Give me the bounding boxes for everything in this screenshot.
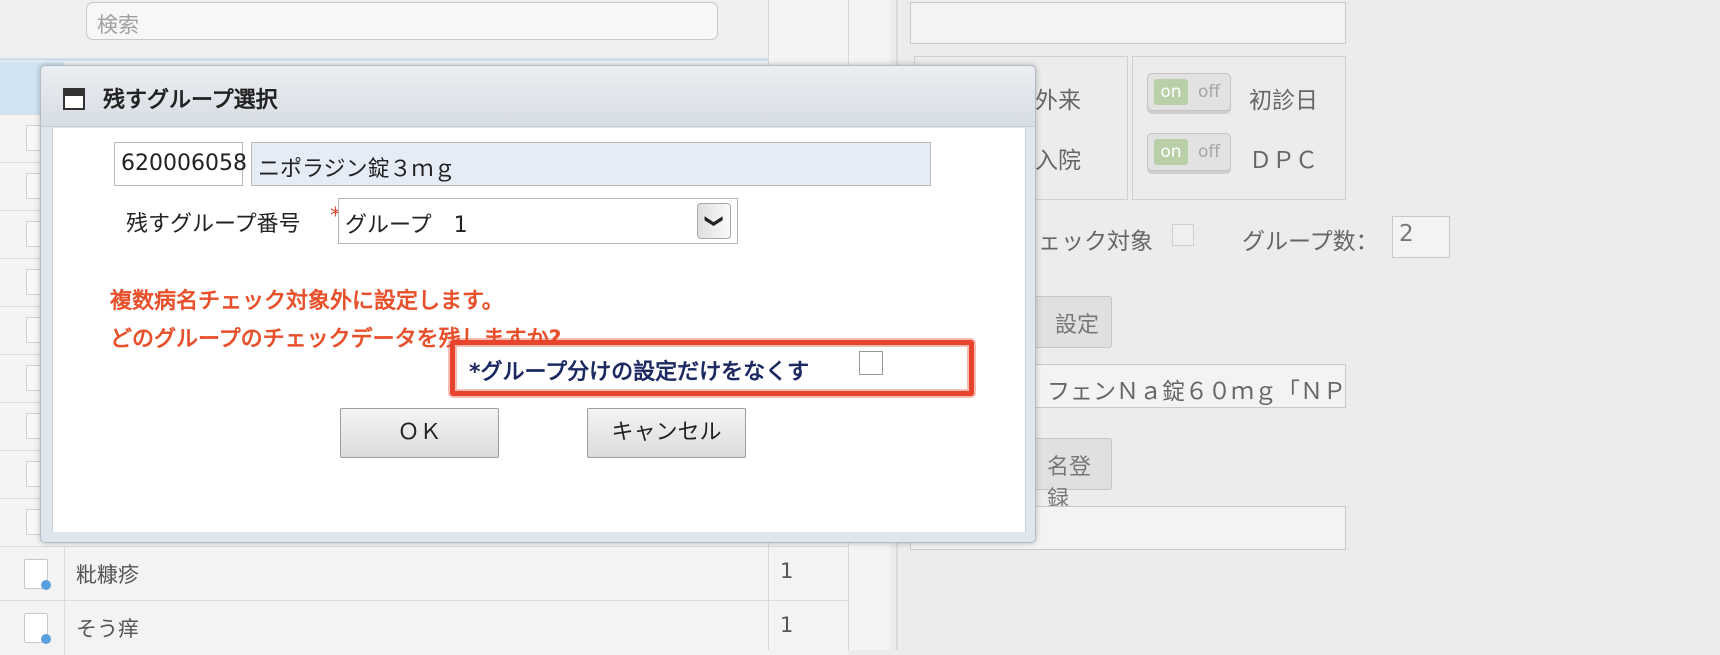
top-field[interactable] <box>910 2 1346 44</box>
group-count-label: グループ数： <box>1242 229 1379 255</box>
dpc-toggle[interactable]: on off <box>1147 133 1231 171</box>
highlight-box: *グループ分けの設定だけをなくす <box>450 340 974 396</box>
nyuin-label: 入院 <box>1035 148 1081 174</box>
dpc-label: ＤＰＣ <box>1249 148 1318 174</box>
drug-code-field[interactable]: 620006058 <box>114 142 247 186</box>
table-row[interactable]: そう痒 1 <box>0 600 848 655</box>
row-count: 1 <box>780 613 794 637</box>
group-number-label: 残すグループ番号 <box>126 212 301 237</box>
toggle-off: off <box>1197 82 1221 102</box>
dialog-header: 残すグループ選択 <box>41 66 1035 127</box>
only-grouping-checkbox[interactable] <box>859 351 883 375</box>
row-disease-name: そう痒 <box>76 617 139 641</box>
group-count-input[interactable]: 2 <box>1392 216 1450 258</box>
row-disease-name: 粃糠疹 <box>76 563 139 587</box>
group-select-dialog: 残すグループ選択 620006058 ニポラジン錠３ｍｇ 残すグループ番号 * … <box>40 65 1036 543</box>
toggle-off: off <box>1197 142 1221 162</box>
ok-button[interactable]: ＯＫ <box>340 408 499 458</box>
row-icon-cell <box>0 547 65 601</box>
message-line-1: 複数病名チェック対象外に設定します。 <box>110 289 504 314</box>
dialog-title: 残すグループ選択 <box>103 88 278 113</box>
toggle-on: on <box>1154 79 1188 105</box>
check-target-checkbox[interactable] <box>1172 224 1194 246</box>
search-input[interactable]: 検索 <box>86 2 718 40</box>
search-cell: 検索 <box>0 0 768 61</box>
row-icon-cell <box>0 601 65 655</box>
dialog-body: 620006058 ニポラジン錠３ｍｇ 残すグループ番号 * グループ 1 ❯ … <box>52 128 1026 532</box>
document-arrow-icon <box>24 613 51 644</box>
group-select-value: グループ 1 <box>345 213 468 238</box>
group-number-select[interactable]: グループ 1 ❯ <box>338 198 738 244</box>
gairai-label: 外来 <box>1035 88 1081 114</box>
only-grouping-label: *グループ分けの設定だけをなくす <box>469 360 810 385</box>
row-count: 1 <box>780 559 794 583</box>
document-arrow-icon <box>24 559 51 590</box>
toggle-on: on <box>1154 139 1188 165</box>
drug-name-field[interactable]: ニポラジン錠３ｍｇ <box>251 142 931 186</box>
flags-box: on off 初診日 on off ＤＰＣ <box>1132 56 1346 200</box>
chevron-down-icon[interactable]: ❯ <box>697 203 731 239</box>
table-row[interactable]: 粃糠疹 1 <box>0 546 848 601</box>
cancel-button[interactable]: キャンセル <box>587 408 746 458</box>
window-icon <box>63 88 85 110</box>
check-target-label: ェック対象 <box>1038 229 1153 255</box>
shoshinbi-toggle[interactable]: on off <box>1147 73 1231 111</box>
shoshinbi-label: 初診日 <box>1249 88 1318 114</box>
